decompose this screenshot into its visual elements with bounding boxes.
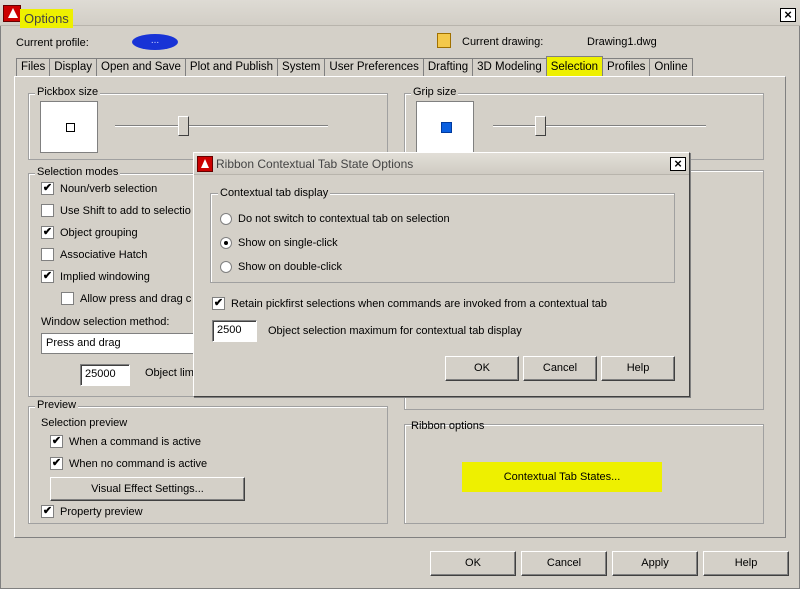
no-command-active-checkbox[interactable]: ✔ — [50, 457, 63, 470]
object-grouping-option[interactable]: ✔ Object grouping — [41, 226, 138, 239]
use-shift-option[interactable]: Use Shift to add to selectio — [41, 204, 191, 217]
command-active-option[interactable]: ✔ When a command is active — [50, 435, 201, 448]
grip-square — [441, 122, 452, 133]
tab-profiles[interactable]: Profiles — [602, 58, 651, 76]
implied-windowing-option[interactable]: ✔ Implied windowing — [41, 270, 150, 283]
command-active-checkbox[interactable]: ✔ — [50, 435, 63, 448]
tab-user-preferences[interactable]: User Preferences — [324, 58, 424, 76]
single-click-radio[interactable] — [220, 237, 232, 249]
dialog-cancel-button[interactable]: Cancel — [523, 356, 597, 381]
dialog-title: Ribbon Contextual Tab State Options — [216, 157, 414, 171]
no-switch-radio[interactable] — [220, 213, 232, 225]
dialog-help-button[interactable]: Help — [601, 356, 675, 381]
selection-modes-label: Selection modes — [35, 166, 121, 178]
current-profile-value: ... — [132, 34, 178, 50]
double-click-radio[interactable] — [220, 261, 232, 273]
press-and-drag-checkbox[interactable] — [61, 292, 74, 305]
pickbox-slider-thumb[interactable] — [178, 116, 190, 136]
single-click-label: Show on single-click — [238, 237, 338, 249]
property-preview-option[interactable]: ✔ Property preview — [41, 505, 143, 518]
apply-button[interactable]: Apply — [612, 551, 698, 576]
tab-system[interactable]: System — [277, 58, 326, 76]
no-command-active-label: When no command is active — [69, 457, 208, 470]
pickbox-preview — [40, 101, 98, 153]
selection-maximum-label: Object selection maximum for contextual … — [268, 325, 522, 337]
command-active-label: When a command is active — [69, 435, 202, 448]
close-window-button[interactable]: × — [780, 8, 796, 22]
help-button[interactable]: Help — [703, 551, 789, 576]
grip-slider-thumb[interactable] — [534, 116, 546, 136]
dialog-close-button[interactable]: × — [670, 157, 686, 171]
tab-online[interactable]: Online — [649, 58, 693, 76]
tab-3d-modeling[interactable]: 3D Modeling — [472, 58, 547, 76]
dialog-ok-button[interactable]: OK — [445, 356, 519, 381]
contextual-tab-states-button[interactable]: Contextual Tab States... — [462, 462, 662, 492]
property-preview-checkbox[interactable]: ✔ — [41, 505, 54, 518]
tab-display[interactable]: Display — [49, 58, 97, 76]
pickbox-square — [66, 123, 75, 132]
tab-selection[interactable]: Selection — [545, 56, 604, 76]
no-switch-option[interactable]: Do not switch to contextual tab on selec… — [220, 213, 450, 225]
no-switch-label: Do not switch to contextual tab on selec… — [238, 213, 450, 225]
retain-pickfirst-option[interactable]: ✔ Retain pickfirst selections when comma… — [212, 297, 607, 310]
associative-hatch-label: Associative Hatch — [60, 248, 148, 261]
object-limit-input[interactable]: 25000 — [80, 364, 130, 386]
grip-size-label: Grip size — [411, 86, 459, 98]
visual-effect-settings-button[interactable]: Visual Effect Settings... — [50, 477, 245, 501]
window-title: Options — [20, 9, 73, 28]
grip-preview — [416, 101, 474, 153]
title-bar[interactable] — [0, 0, 800, 26]
associative-hatch-checkbox[interactable] — [41, 248, 54, 261]
use-shift-label: Use Shift to add to selectio — [60, 204, 191, 217]
drawing-file-icon — [437, 33, 451, 48]
associative-hatch-option[interactable]: Associative Hatch — [41, 248, 147, 261]
press-and-drag-label: Allow press and drag c — [80, 292, 192, 305]
retain-pickfirst-label: Retain pickfirst selections when command… — [231, 297, 608, 310]
cancel-button[interactable]: Cancel — [521, 551, 607, 576]
ribbon-options-label: Ribbon options — [411, 420, 485, 432]
object-grouping-checkbox[interactable]: ✔ — [41, 226, 54, 239]
noun-verb-checkbox[interactable]: ✔ — [41, 182, 54, 195]
noun-verb-option[interactable]: ✔ Noun/verb selection — [41, 182, 157, 195]
press-and-drag-option[interactable]: Allow press and drag c — [61, 292, 191, 305]
ok-button[interactable]: OK — [430, 551, 516, 576]
no-command-active-option[interactable]: ✔ When no command is active — [50, 457, 207, 470]
tab-drafting[interactable]: Drafting — [422, 58, 474, 76]
retain-pickfirst-checkbox[interactable]: ✔ — [212, 297, 225, 310]
window-method-label: Window selection method: — [41, 316, 170, 328]
current-drawing-value: Drawing1.dwg — [587, 36, 657, 48]
implied-windowing-label: Implied windowing — [60, 270, 150, 283]
tab-plot-and-publish[interactable]: Plot and Publish — [184, 58, 279, 76]
preview-label: Preview — [35, 399, 79, 411]
options-tabs: Files Display Open and Save Plot and Pub… — [16, 56, 693, 77]
tab-open-and-save[interactable]: Open and Save — [96, 58, 186, 76]
double-click-option[interactable]: Show on double-click — [220, 261, 342, 273]
window-method-select[interactable]: Press and drag — [41, 333, 196, 354]
object-limit-label: Object lim — [145, 367, 194, 379]
use-shift-checkbox[interactable] — [41, 204, 54, 217]
autocad-logo-icon — [3, 5, 21, 22]
dialog-logo-icon — [197, 156, 213, 172]
pickbox-slider-track[interactable] — [115, 125, 328, 127]
selection-maximum-input[interactable]: 2500 — [212, 320, 257, 342]
noun-verb-label: Noun/verb selection — [60, 182, 158, 195]
property-preview-label: Property preview — [60, 505, 143, 518]
implied-windowing-checkbox[interactable]: ✔ — [41, 270, 54, 283]
pickbox-size-label: Pickbox size — [35, 86, 101, 98]
tab-files[interactable]: Files — [16, 58, 51, 76]
ribbon-contextual-tab-dialog: Ribbon Contextual Tab State Options × Co… — [193, 152, 690, 397]
single-click-option[interactable]: Show on single-click — [220, 237, 338, 249]
contextual-tab-display-label: Contextual tab display — [218, 187, 331, 199]
current-profile-label: Current profile: — [16, 37, 89, 49]
object-grouping-label: Object grouping — [60, 226, 138, 239]
grip-slider-track[interactable] — [493, 125, 706, 127]
current-drawing-label: Current drawing: — [462, 36, 544, 48]
selection-preview-label: Selection preview — [41, 417, 128, 429]
double-click-label: Show on double-click — [238, 261, 342, 273]
